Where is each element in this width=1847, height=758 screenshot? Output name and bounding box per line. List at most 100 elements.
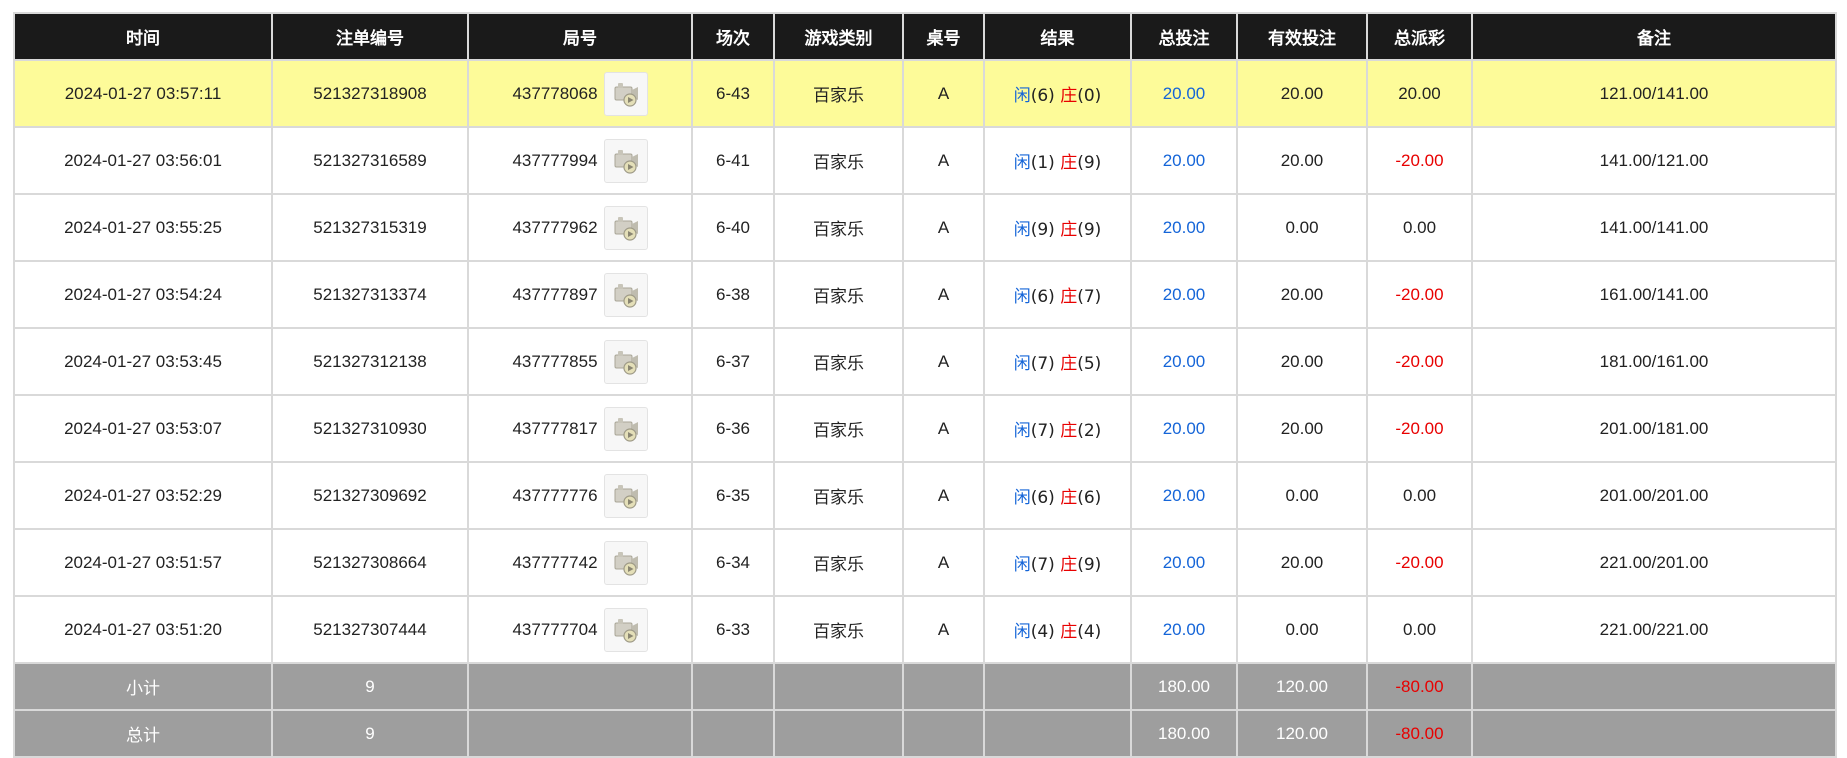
header-result: 结果 [983, 12, 1132, 61]
header-valid-bet: 有效投注 [1236, 12, 1368, 61]
cell-time: 2024-01-27 03:53:45 [13, 327, 273, 396]
cell-game-type: 百家乐 [773, 595, 904, 664]
banker-score: (7) [1077, 287, 1102, 307]
cell-bet-id: 521327312138 [271, 327, 469, 396]
cell-round: 437777855 [467, 327, 693, 396]
replay-video-icon[interactable] [603, 540, 648, 585]
replay-video-icon[interactable] [603, 406, 648, 451]
table-row[interactable]: 2024-01-27 03:54:24 521327313374 437777897… [13, 260, 1837, 329]
cell-table: A [902, 595, 985, 664]
cell-game-type: 百家乐 [773, 126, 904, 195]
header-game-type: 游戏类别 [773, 12, 904, 61]
cell-bet-id: 521327309692 [271, 461, 469, 530]
replay-video-icon[interactable] [603, 339, 648, 384]
cell-payout: 0.00 [1366, 595, 1473, 664]
table-row[interactable]: 2024-01-27 03:52:29 521327309692 437777776… [13, 461, 1837, 530]
cell-game-type: 百家乐 [773, 193, 904, 262]
cell-table: A [902, 260, 985, 329]
footer-empty [691, 709, 775, 758]
cell-result: 闲(6) 庄(0) [983, 59, 1132, 128]
footer-valid-bet: 120.00 [1236, 662, 1368, 711]
footer-total-bet: 180.00 [1130, 662, 1238, 711]
round-number: 437777817 [512, 418, 598, 438]
replay-video-icon[interactable] [603, 205, 648, 250]
cell-total-bet: 20.00 [1130, 327, 1238, 396]
player-label: 闲 [1013, 287, 1031, 307]
banker-score: (4) [1077, 622, 1102, 642]
round-number: 437777897 [512, 284, 598, 304]
cell-game-type: 百家乐 [773, 394, 904, 463]
banker-score: (0) [1077, 86, 1102, 106]
banker-label: 庄 [1060, 354, 1078, 374]
replay-video-icon[interactable] [603, 138, 648, 183]
replay-video-icon[interactable] [603, 607, 648, 652]
cell-table: A [902, 461, 985, 530]
cell-table: A [902, 59, 985, 128]
table-row[interactable]: 2024-01-27 03:53:45 521327312138 437777855… [13, 327, 1837, 396]
round-number: 437777742 [512, 552, 598, 572]
replay-video-icon[interactable] [603, 272, 648, 317]
cell-payout: -20.00 [1366, 394, 1473, 463]
table-row[interactable]: 2024-01-27 03:51:20 521327307444 437777704… [13, 595, 1837, 664]
cell-valid-bet: 20.00 [1236, 59, 1368, 128]
cell-time: 2024-01-27 03:51:57 [13, 528, 273, 597]
footer-empty [467, 709, 693, 758]
table-row[interactable]: 2024-01-27 03:51:57 521327308664 437777742… [13, 528, 1837, 597]
header-note: 备注 [1471, 12, 1837, 61]
cell-valid-bet: 20.00 [1236, 327, 1368, 396]
cell-valid-bet: 20.00 [1236, 260, 1368, 329]
cell-game-type: 百家乐 [773, 528, 904, 597]
footer-empty [902, 662, 985, 711]
cell-valid-bet: 0.00 [1236, 595, 1368, 664]
table-row[interactable]: 2024-01-27 03:55:25 521327315319 437777962… [13, 193, 1837, 262]
cell-result: 闲(7) 庄(5) [983, 327, 1132, 396]
player-label: 闲 [1013, 622, 1031, 642]
cell-payout: 0.00 [1366, 193, 1473, 262]
footer-payout: -80.00 [1366, 709, 1473, 758]
cell-valid-bet: 20.00 [1236, 126, 1368, 195]
footer-empty [691, 662, 775, 711]
cell-round: 437777776 [467, 461, 693, 530]
cell-note: 181.00/161.00 [1471, 327, 1837, 396]
round-number: 437777962 [512, 217, 598, 237]
cell-round: 437778068 [467, 59, 693, 128]
cell-result: 闲(7) 庄(9) [983, 528, 1132, 597]
cell-result: 闲(6) 庄(6) [983, 461, 1132, 530]
banker-label: 庄 [1060, 555, 1078, 575]
replay-video-icon[interactable] [603, 71, 648, 116]
replay-video-icon[interactable] [603, 473, 648, 518]
cell-time: 2024-01-27 03:53:07 [13, 394, 273, 463]
cell-bet-id: 521327316589 [271, 126, 469, 195]
cell-round: 437777962 [467, 193, 693, 262]
cell-game-type: 百家乐 [773, 59, 904, 128]
cell-note: 221.00/221.00 [1471, 595, 1837, 664]
player-score: (6) [1030, 287, 1055, 307]
banker-score: (9) [1077, 220, 1102, 240]
footer-total-bet: 180.00 [1130, 709, 1238, 758]
banker-label: 庄 [1060, 622, 1078, 642]
table-row[interactable]: 2024-01-27 03:56:01 521327316589 437777994… [13, 126, 1837, 195]
cell-payout: -20.00 [1366, 260, 1473, 329]
footer-count: 9 [271, 662, 469, 711]
footer-empty [983, 662, 1132, 711]
player-score: (7) [1030, 421, 1055, 441]
cell-result: 闲(1) 庄(9) [983, 126, 1132, 195]
cell-game-type: 百家乐 [773, 260, 904, 329]
cell-shoe: 6-38 [691, 260, 775, 329]
cell-total-bet: 20.00 [1130, 394, 1238, 463]
table-row[interactable]: 2024-01-27 03:53:07 521327310930 437777817… [13, 394, 1837, 463]
table-row[interactable]: 2024-01-27 03:57:11 521327318908 437778068… [13, 59, 1837, 128]
cell-shoe: 6-34 [691, 528, 775, 597]
footer-empty [1471, 662, 1837, 711]
footer-empty [773, 709, 904, 758]
cell-shoe: 6-37 [691, 327, 775, 396]
round-number: 437777776 [512, 485, 598, 505]
round-number: 437778068 [512, 83, 598, 103]
player-label: 闲 [1013, 421, 1031, 441]
cell-bet-id: 521327313374 [271, 260, 469, 329]
cell-round: 437777817 [467, 394, 693, 463]
header-total-bet: 总投注 [1130, 12, 1238, 61]
cell-result: 闲(9) 庄(9) [983, 193, 1132, 262]
round-number: 437777704 [512, 619, 598, 639]
round-number: 437777855 [512, 351, 598, 371]
